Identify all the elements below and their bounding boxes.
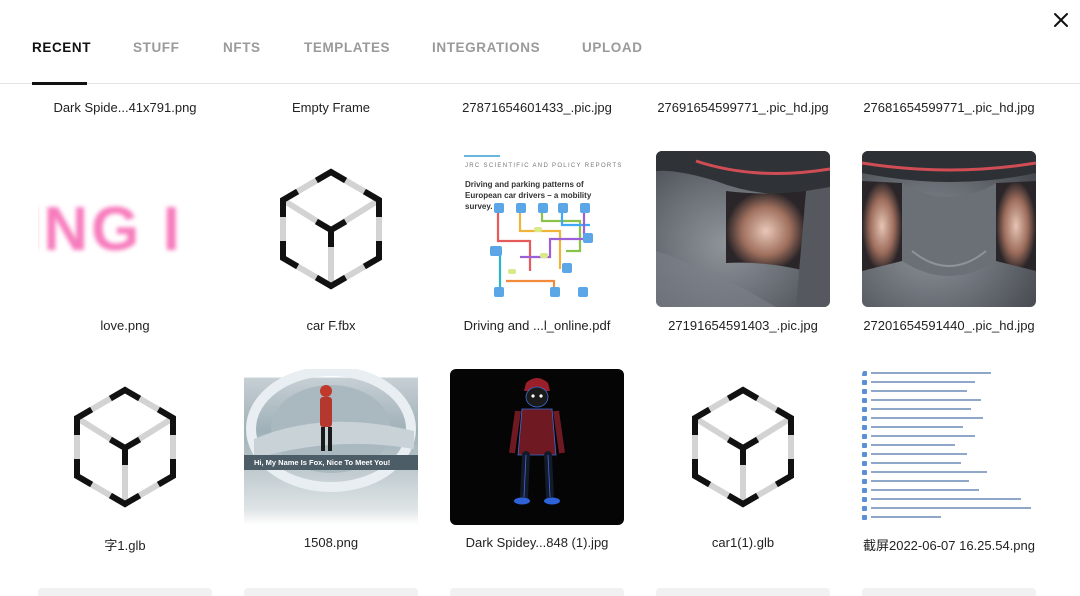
file-thumbnail-partial[interactable]	[450, 588, 624, 596]
character-image	[246, 369, 416, 492]
file-label[interactable]: 27191654591403_.pic.jpg	[648, 318, 838, 333]
file-label[interactable]: 27691654599771_.pic_hd.jpg	[648, 100, 838, 115]
close-icon	[1054, 13, 1068, 27]
file-thumbnail[interactable]	[862, 369, 1036, 525]
image-caption: Hi, My Name Is Fox, Nice To Meet You!	[244, 455, 418, 470]
file-thumbnail[interactable]	[656, 369, 830, 525]
file-thumbnail[interactable]	[450, 369, 624, 525]
file-label[interactable]: 字1.glb	[30, 535, 220, 554]
thumbnail-text: ING I	[38, 194, 183, 264]
tab-upload[interactable]: UPLOAD	[582, 40, 643, 55]
file-thumbnail[interactable]	[38, 369, 212, 525]
character-image	[509, 378, 565, 505]
3d-model-icon	[74, 386, 176, 508]
close-button[interactable]	[1048, 7, 1074, 33]
tab-bar: RECENT STUFF NFTS TEMPLATES INTEGRATIONS…	[0, 0, 1080, 85]
file-label[interactable]: Driving and ...l_online.pdf	[442, 318, 632, 333]
car-taillight-image	[862, 151, 1036, 276]
file-thumbnail[interactable]	[244, 151, 418, 307]
file-thumbnail-partial[interactable]	[38, 588, 212, 596]
file-thumbnail-partial[interactable]	[656, 588, 830, 596]
file-thumbnail[interactable]: ING I	[38, 151, 212, 307]
file-label[interactable]: Empty Frame	[236, 100, 426, 115]
file-label[interactable]: love.png	[30, 318, 220, 333]
tab-nfts[interactable]: NFTS	[223, 40, 261, 55]
file-grid: Dark Spide...41x791.png Empty Frame 2787…	[0, 85, 1080, 596]
file-label[interactable]: 27871654601433_.pic.jpg	[442, 100, 632, 115]
file-thumbnail-partial[interactable]	[244, 588, 418, 596]
3d-model-icon	[280, 168, 382, 290]
tab-integrations[interactable]: INTEGRATIONS	[432, 40, 540, 55]
file-label[interactable]: car F.fbx	[236, 318, 426, 333]
file-label[interactable]: 1508.png	[236, 535, 426, 550]
3d-model-icon	[692, 386, 794, 508]
tab-templates[interactable]: TEMPLATES	[304, 40, 390, 55]
tab-stuff[interactable]: STUFF	[133, 40, 180, 55]
file-label[interactable]: 27201654591440_.pic_hd.jpg	[854, 318, 1044, 333]
file-label[interactable]: Dark Spidey...848 (1).jpg	[442, 535, 632, 550]
mobility-map-illustration	[490, 203, 593, 297]
file-label[interactable]: 27681654599771_.pic_hd.jpg	[854, 100, 1044, 115]
file-thumbnail[interactable]: Hi, My Name Is Fox, Nice To Meet You!	[244, 369, 418, 525]
file-thumbnail-partial[interactable]	[862, 588, 1036, 596]
file-thumbnail[interactable]	[656, 151, 830, 307]
car-taillight-image	[656, 151, 830, 307]
tab-recent[interactable]: RECENT	[32, 40, 91, 55]
file-label[interactable]: 截屏2022-06-07 16.25.54.png	[854, 535, 1044, 554]
file-thumbnail[interactable]: JRC SCIENTIFIC AND POLICY REPORTS Drivin…	[450, 151, 624, 307]
file-label[interactable]: Dark Spide...41x791.png	[30, 100, 220, 115]
file-thumbnail[interactable]	[862, 151, 1036, 307]
file-label[interactable]: car1(1).glb	[648, 535, 838, 550]
